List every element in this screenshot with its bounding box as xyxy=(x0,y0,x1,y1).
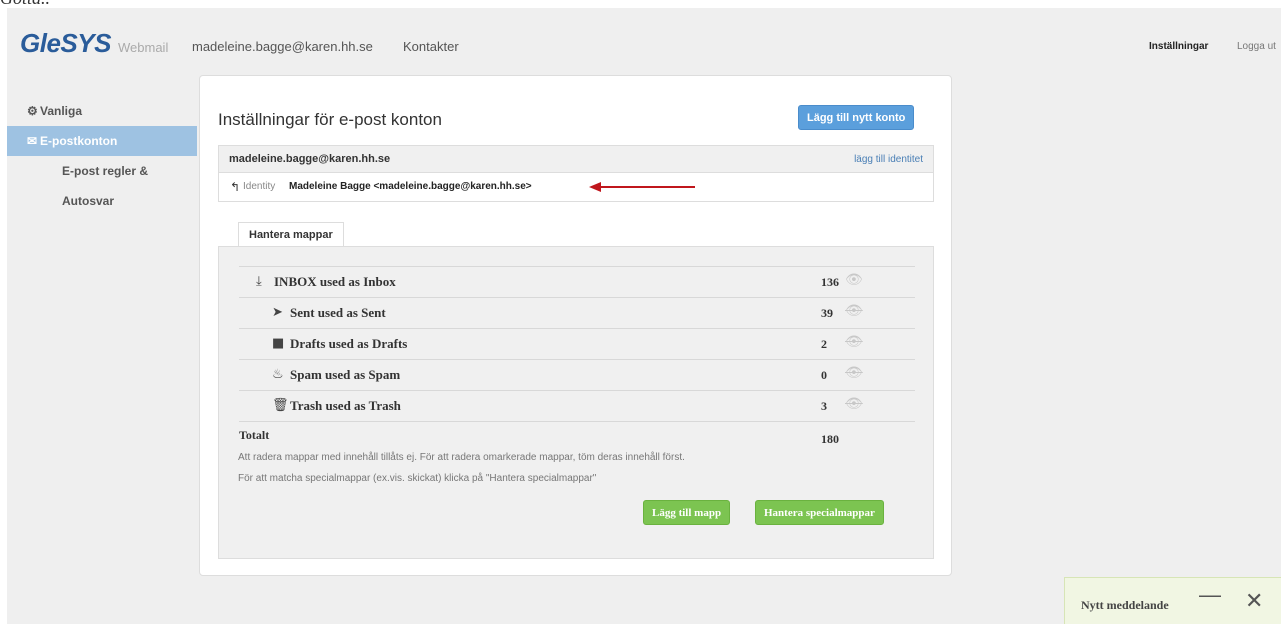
folders-table: ⤓ INBOX used as Inbox 136 👁 ➤ Sent used … xyxy=(239,266,915,422)
webmail-app: GleSYS Webmail madeleine.bagge@karen.hh.… xyxy=(7,8,1281,624)
gear-icon: ⚙ xyxy=(27,104,38,118)
fire-icon: ♨ xyxy=(272,367,284,382)
glesys-logo[interactable]: GleSYS xyxy=(20,28,111,59)
folder-count: 136 xyxy=(821,275,839,289)
sidebar-item-label: E-postkonton xyxy=(40,134,118,148)
document-icon: ■ xyxy=(272,336,285,351)
manage-special-folders-button[interactable]: Hantera specialmappar xyxy=(755,500,884,525)
page-title: Inställningar för e-post konton xyxy=(218,110,442,129)
folder-count: 0 xyxy=(821,368,827,382)
folder-row-inbox[interactable]: ⤓ INBOX used as Inbox 136 👁 xyxy=(239,267,915,298)
folders-pane: ⤓ INBOX used as Inbox 136 👁 ➤ Sent used … xyxy=(218,246,934,559)
settings-link[interactable]: Inställningar xyxy=(1149,41,1208,52)
sidebar-item-email-accounts[interactable]: ✉ E-postkonton xyxy=(7,126,197,156)
identity-label: Identity xyxy=(243,181,276,192)
folder-count: 2 xyxy=(821,337,827,351)
top-header: GleSYS Webmail madeleine.bagge@karen.hh.… xyxy=(7,8,1281,68)
paper-plane-icon: ➤ xyxy=(272,305,283,320)
folder-name: Sent used as Sent xyxy=(290,305,386,320)
webmail-label: Webmail xyxy=(118,40,169,55)
eye-slash-icon[interactable]: 👁 xyxy=(845,365,863,381)
add-account-button[interactable]: Lägg till nytt konto xyxy=(798,105,915,130)
identity-row[interactable]: ↰ Identity Madeleine Bagge <madeleine.ba… xyxy=(219,173,933,201)
folder-row-spam[interactable]: ♨ Spam used as Spam 0 👁 xyxy=(239,360,915,391)
red-arrow-annotation xyxy=(589,182,695,192)
folder-row-trash[interactable]: 🗑 Trash used as Trash 3 👁 xyxy=(239,391,915,422)
contacts-link[interactable]: Kontakter xyxy=(403,39,459,54)
folder-name: Trash used as Trash xyxy=(290,398,401,413)
total-label: Totalt xyxy=(239,428,270,442)
folder-tabs: Hantera mappar xyxy=(238,222,344,248)
folder-row-sent[interactable]: ➤ Sent used as Sent 39 👁 xyxy=(239,298,915,329)
account-header: madeleine.bagge@karen.hh.se lägg till id… xyxy=(219,146,933,173)
accounts-panel: Inställningar för e-post konton Lägg til… xyxy=(199,75,952,576)
sidebar-item-label: E-post regler & Autosvar xyxy=(62,164,149,208)
add-identity-link[interactable]: lägg till identitet xyxy=(854,154,923,165)
folder-count: 39 xyxy=(821,306,833,320)
help-text-delete: Att radera mappar med innehåll tillåts e… xyxy=(238,452,685,463)
new-message-label: Nytt meddelande xyxy=(1081,598,1169,612)
logout-link[interactable]: Logga ut xyxy=(1237,41,1276,52)
user-email-link[interactable]: madeleine.bagge@karen.hh.se xyxy=(192,39,373,54)
total-count: 180 xyxy=(821,432,839,446)
eye-slash-icon[interactable]: 👁 xyxy=(845,334,863,350)
folder-name: INBOX used as Inbox xyxy=(274,274,396,289)
close-icon[interactable]: ✕ xyxy=(1245,588,1263,614)
cropped-caption-text: Gotta.. xyxy=(0,0,50,8)
sidebar-item-general[interactable]: ⚙ Vanliga xyxy=(7,96,197,126)
cropped-caption: Gotta.. xyxy=(0,0,1281,8)
sidebar-item-label: Vanliga xyxy=(40,104,83,118)
eye-slash-icon[interactable]: 👁 xyxy=(845,303,863,319)
eye-slash-icon[interactable]: 👁 xyxy=(845,396,863,412)
folder-count: 3 xyxy=(821,399,827,413)
folder-row-drafts[interactable]: ■ Drafts used as Drafts 2 👁 xyxy=(239,329,915,360)
help-text-special: För att matcha specialmappar (ex.vis. sk… xyxy=(238,473,597,484)
new-message-bar[interactable]: Nytt meddelande — ✕ xyxy=(1064,577,1281,624)
identity-value: Madeleine Bagge <madeleine.bagge@karen.h… xyxy=(289,181,532,192)
folder-name: Spam used as Spam xyxy=(290,367,401,382)
eye-icon[interactable]: 👁 xyxy=(845,272,863,288)
tab-manage-folders[interactable]: Hantera mappar xyxy=(238,222,344,248)
folder-name: Drafts used as Drafts xyxy=(290,336,408,351)
inbox-download-icon: ⤓ xyxy=(256,274,262,289)
trash-icon: 🗑 xyxy=(272,398,289,413)
add-folder-button[interactable]: Lägg till mapp xyxy=(643,500,731,525)
minimize-icon[interactable]: — xyxy=(1199,582,1221,608)
account-email: madeleine.bagge@karen.hh.se xyxy=(229,153,391,165)
account-box: madeleine.bagge@karen.hh.se lägg till id… xyxy=(218,145,934,202)
return-arrow-icon: ↰ xyxy=(230,180,241,194)
total-row: Totalt 180 xyxy=(239,428,915,448)
envelope-icon: ✉ xyxy=(27,134,38,148)
settings-sidebar: ⚙ Vanliga ✉ E-postkonton E-post regler &… xyxy=(7,96,197,208)
sidebar-item-email-rules[interactable]: E-post regler & Autosvar xyxy=(7,156,197,208)
